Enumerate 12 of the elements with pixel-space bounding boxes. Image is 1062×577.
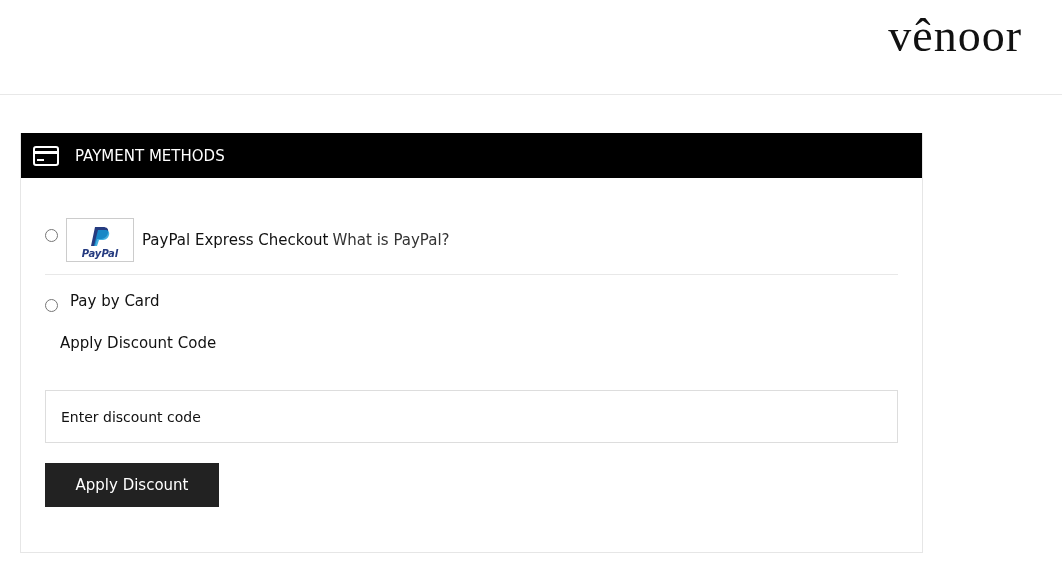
apply-discount-button[interactable]: Apply Discount <box>45 463 219 507</box>
method-label: Pay by Card <box>70 291 160 310</box>
paypal-info-link[interactable]: What is PayPal? <box>332 231 450 249</box>
credit-card-icon <box>33 145 59 166</box>
discount-heading: Apply Discount Code <box>60 334 218 352</box>
discount-code-field[interactable]: Enter discount code <box>45 390 898 443</box>
method-label: PayPal Express Checkout <box>142 231 329 249</box>
paypal-logo: PayPal <box>66 218 134 262</box>
radio-button[interactable] <box>45 228 58 242</box>
logo: vênoor <box>888 9 1022 63</box>
radio-button[interactable] <box>45 299 58 312</box>
panel-title: PAYMENT METHODS <box>75 146 225 165</box>
